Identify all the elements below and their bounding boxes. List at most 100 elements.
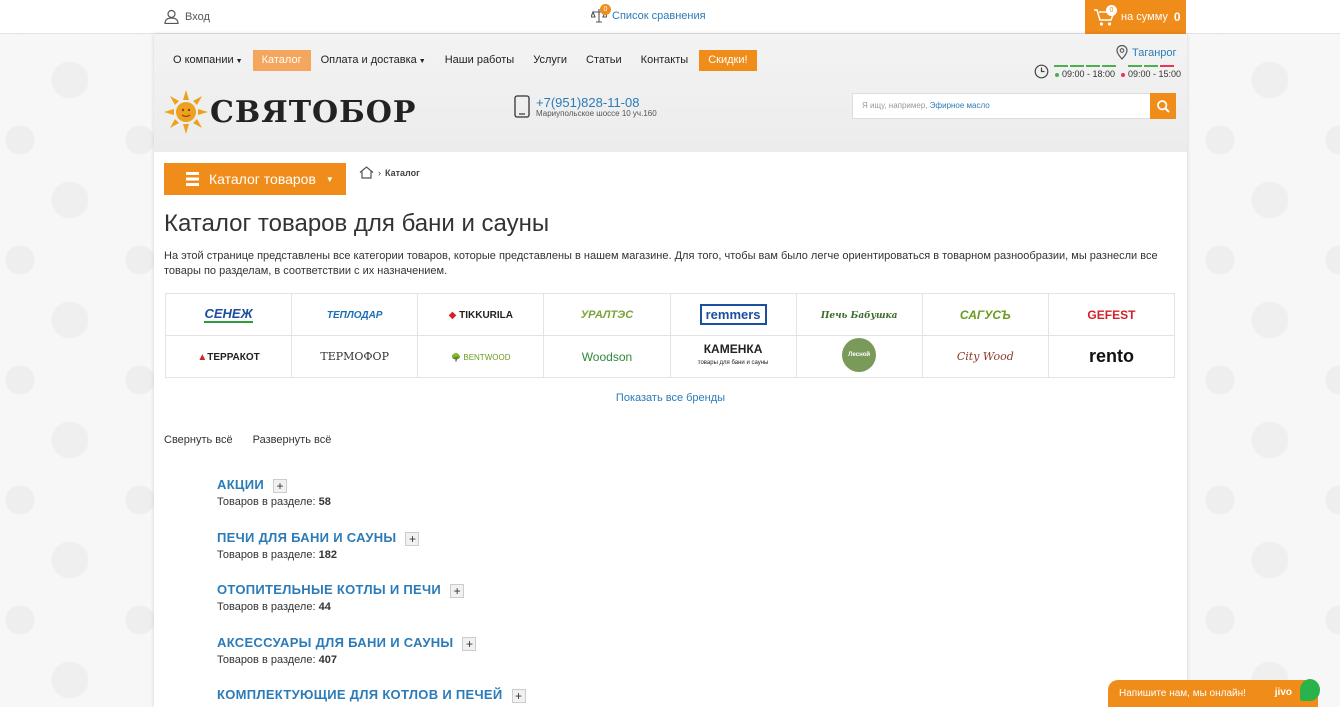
brand-sagus[interactable]: САГУСЪ: [921, 293, 1049, 336]
tikkurila-diamond-icon: ◆: [448, 309, 457, 321]
chat-bubble-icon: [1300, 679, 1320, 701]
expand-plus-icon[interactable]: +: [405, 531, 420, 546]
user-icon: [164, 9, 179, 24]
show-all-brands-link[interactable]: Показать все бренды: [154, 392, 1187, 404]
main-nav: О компании ▼ Каталог Оплата и доставка ▼ Н…: [164, 50, 758, 71]
section-count: Товаров в разделе: 44: [217, 601, 331, 613]
nav-item-services[interactable]: Услуги: [524, 50, 576, 71]
caret-down-icon: ▼: [325, 174, 334, 184]
section-title[interactable]: Акции: [217, 477, 264, 492]
login-label: Вход: [185, 10, 210, 23]
brand-uraltes[interactable]: УРАЛТЭС: [543, 293, 671, 336]
city-selector[interactable]: Таганрог: [1116, 45, 1177, 60]
tree-icon: 🌳: [451, 352, 462, 362]
section-title[interactable]: Аксессуары для бани и сауны: [217, 635, 453, 650]
section-count: Товаров в разделе: 58: [217, 496, 331, 508]
section-toggles: Свернуть всё Развернуть всё: [164, 434, 331, 446]
nav-item-about[interactable]: О компании ▼: [164, 50, 252, 71]
nav-item-payment-delivery[interactable]: Оплата и доставка ▼: [312, 50, 435, 71]
sun-logo-icon: [164, 90, 208, 134]
chat-widget[interactable]: Напишите нам, мы онлайн! jivo: [1108, 679, 1320, 707]
brands-grid: СЕНЕЖ ТЕПЛОДАР ◆ TIKKURILA УРАЛТЭС remme…: [164, 293, 1176, 378]
expand-plus-icon[interactable]: +: [462, 636, 477, 651]
search-form: Я ищу, например, Эфирное масло: [852, 93, 1176, 119]
nav-item-catalog[interactable]: Каталог: [252, 50, 311, 71]
nav-item-discounts[interactable]: Скидки!: [699, 50, 757, 71]
working-hours: 09:00 - 18:00 09:00 - 15:00: [1034, 64, 1181, 79]
weekend-hours: 09:00 - 15:00: [1121, 64, 1182, 79]
expand-plus-icon[interactable]: +: [450, 584, 465, 598]
brand-senezh[interactable]: СЕНЕЖ: [164, 293, 293, 336]
main-container: О компании ▼ Каталог Оплата и доставка ▼ Н…: [154, 34, 1187, 707]
breadcrumb: › Каталог: [359, 166, 420, 179]
cart-sum: 0: [1173, 10, 1181, 24]
brand-rento[interactable]: rento: [1047, 335, 1176, 378]
breadcrumb-separator: ›: [378, 167, 381, 178]
weekend-hours-text: 09:00 - 15:00: [1128, 68, 1182, 79]
brand-termofor[interactable]: ТЕРМОФОР: [291, 335, 419, 378]
chat-label: Напишите нам, мы онлайн!: [1119, 688, 1246, 699]
brand-remmers[interactable]: remmers: [669, 293, 797, 336]
search-button[interactable]: [1150, 93, 1176, 119]
login-link[interactable]: Вход: [164, 9, 210, 24]
store-address: Мариупольское шоссе 10 уч.160: [536, 108, 657, 118]
home-icon[interactable]: [359, 166, 374, 179]
brand-pech-babushka[interactable]: Печь Бабушка: [795, 293, 923, 336]
clock-icon: [1034, 64, 1049, 79]
catalog-menu-button[interactable]: Каталог товаров ▼: [164, 163, 346, 195]
page-intro: На этой странице представлены все катего…: [164, 250, 1158, 277]
brand-bentwood[interactable]: 🌳 BENTWOOD: [417, 335, 545, 378]
site-header: О компании ▼ Каталог Оплата и доставка ▼ Н…: [154, 34, 1187, 152]
cart-button[interactable]: 0 на сумму 0: [1085, 0, 1186, 34]
compare-count-badge: 0: [600, 4, 611, 15]
catalog-menu-label: Каталог товаров: [209, 171, 316, 187]
phone-icon: [514, 95, 530, 118]
location-pin-icon: [1116, 45, 1128, 60]
section-count: Товаров в разделе: 407: [217, 653, 337, 666]
cart-count-badge: 0: [1106, 5, 1117, 16]
hamburger-icon: [186, 172, 199, 186]
search-icon: [1156, 99, 1170, 113]
catalog-section: Печи для бани и сауны + Товаров в разделе…: [217, 529, 526, 582]
page-title: Каталог товаров для бани и сауны: [164, 210, 550, 237]
section-title[interactable]: Отопительные котлы и печи: [217, 582, 441, 597]
phone-number[interactable]: +7(951)828-11-08: [536, 96, 657, 109]
nav-item-our-works[interactable]: Наши работы: [436, 50, 523, 71]
brand-gefest[interactable]: GEFEST: [1047, 293, 1176, 336]
brand-teplodar[interactable]: ТЕПЛОДАР: [291, 293, 419, 336]
catalog-section: Комплектующие для котлов и печей +: [217, 686, 526, 707]
section-title[interactable]: Комплектующие для котлов и печей: [217, 687, 503, 702]
compare-link[interactable]: 0 Список сравнения: [591, 4, 706, 23]
breadcrumb-current: Каталог: [385, 167, 420, 178]
section-title[interactable]: Печи для бани и сауны: [217, 530, 396, 545]
weekday-hours-text: 09:00 - 18:00: [1061, 68, 1116, 79]
expand-all-link[interactable]: Развернуть всё: [253, 434, 332, 446]
search-input[interactable]: [852, 93, 1150, 119]
section-count: Товаров в разделе: 182: [217, 548, 337, 561]
brand-lesnoy-dom[interactable]: Лесной дом: [795, 335, 923, 378]
top-bar: Вход 0 Список сравнения 0 на сумму 0: [0, 0, 1340, 34]
logo-text: СВЯТОБОР: [210, 94, 417, 130]
catalog-section: Аксессуары для бани и сауны + Товаров в р…: [217, 634, 526, 687]
site-logo[interactable]: СВЯТОБОР: [164, 90, 416, 134]
brand-kamenka[interactable]: КАМЕНКА товары для бани и сауны: [669, 335, 797, 378]
collapse-all-link[interactable]: Свернуть всё: [164, 434, 233, 446]
weekday-hours: 09:00 - 18:00: [1054, 64, 1116, 79]
brand-woodson[interactable]: Woodson: [543, 335, 671, 378]
nav-item-contacts[interactable]: Контакты: [632, 50, 698, 71]
jivo-logo: jivo: [1274, 687, 1292, 698]
compare-label: Список сравнения: [612, 9, 706, 22]
catalog-sections: Акции + Товаров в разделе: 58 Печи для ба…: [217, 476, 526, 707]
cart-label: на сумму: [1121, 11, 1168, 23]
catalog-section: Отопительные котлы и печи + Товаров в раз…: [217, 581, 526, 634]
caret-down-icon: ▼: [235, 58, 243, 65]
brand-terrakot[interactable]: ▲ТЕРРАКОТ: [164, 335, 293, 378]
brand-tikkurila[interactable]: ◆ TIKKURILA: [417, 293, 545, 336]
brand-city-wood[interactable]: City Wood: [921, 335, 1049, 378]
expand-plus-icon[interactable]: +: [511, 689, 526, 703]
phone-block: +7(951)828-11-08 Мариупольское шоссе 10 …: [514, 95, 657, 118]
caret-down-icon: ▼: [418, 58, 426, 65]
nav-item-articles[interactable]: Статьи: [577, 50, 631, 71]
city-label: Таганрог: [1132, 46, 1177, 59]
expand-plus-icon[interactable]: +: [273, 479, 288, 493]
